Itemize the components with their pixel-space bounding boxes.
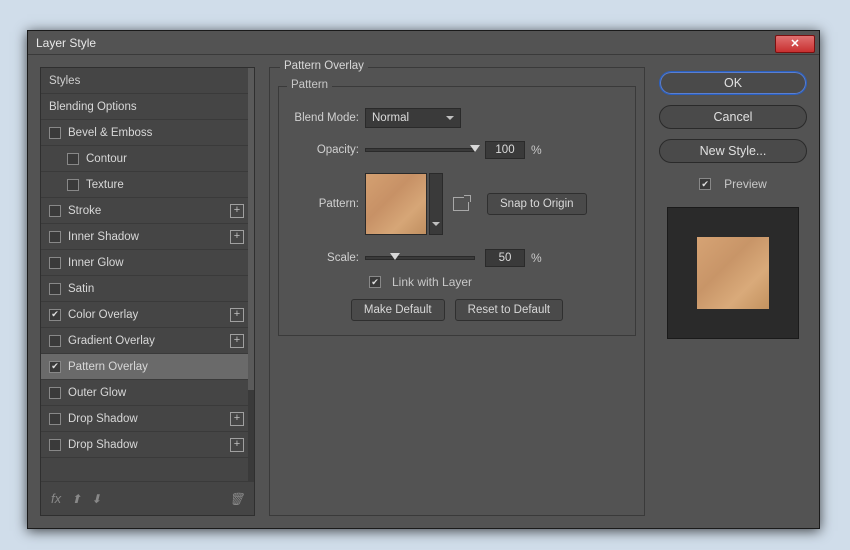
add-drop-shadow-icon-1[interactable]: +	[230, 412, 244, 426]
inner-shadow-checkbox[interactable]	[49, 231, 61, 243]
outer-glow-checkbox[interactable]	[49, 387, 61, 399]
snap-to-origin-button[interactable]: Snap to Origin	[487, 193, 587, 215]
pattern-overlay-panel: Pattern Overlay Pattern Blend Mode: Norm…	[269, 67, 645, 516]
contour-checkbox[interactable]	[67, 153, 79, 165]
inner-glow-checkbox[interactable]	[49, 257, 61, 269]
trash-icon[interactable]: 🗑	[229, 492, 244, 506]
color-overlay-checkbox[interactable]	[49, 309, 61, 321]
add-inner-shadow-icon[interactable]: +	[230, 230, 244, 244]
add-drop-shadow-icon-2[interactable]: +	[230, 438, 244, 452]
gradient-overlay-checkbox[interactable]	[49, 335, 61, 347]
pattern-overlay-checkbox[interactable]	[49, 361, 61, 373]
pattern-group: Pattern Blend Mode: Normal Opacity: 100 …	[278, 86, 636, 336]
texture-checkbox[interactable]	[67, 179, 79, 191]
scale-label: Scale:	[289, 252, 365, 264]
pattern-group-label: Pattern	[287, 79, 332, 91]
reset-to-default-button[interactable]: Reset to Default	[455, 299, 563, 321]
scale-slider-thumb[interactable]	[390, 253, 400, 265]
preview-box	[667, 207, 799, 339]
move-up-icon[interactable]: ⬆	[71, 492, 81, 506]
window-title: Layer Style	[36, 36, 775, 50]
drop-shadow-checkbox-1[interactable]	[49, 413, 61, 425]
new-style-button[interactable]: New Style...	[659, 139, 807, 163]
pattern-swatch[interactable]	[365, 173, 427, 235]
outer-glow-row[interactable]: Outer Glow	[41, 380, 254, 406]
cancel-button[interactable]: Cancel	[659, 105, 807, 129]
titlebar[interactable]: Layer Style ✕	[28, 31, 819, 55]
inner-shadow-row[interactable]: Inner Shadow+	[41, 224, 254, 250]
opacity-slider-thumb[interactable]	[470, 145, 480, 157]
blend-mode-label: Blend Mode:	[289, 112, 365, 124]
add-gradient-overlay-icon[interactable]: +	[230, 334, 244, 348]
bevel-checkbox[interactable]	[49, 127, 61, 139]
drop-shadow-row-2[interactable]: Drop Shadow+	[41, 432, 254, 458]
pattern-overlay-row[interactable]: Pattern Overlay	[41, 354, 254, 380]
panel-title: Pattern Overlay	[280, 60, 368, 72]
styles-heading[interactable]: Styles	[41, 68, 254, 94]
color-overlay-row[interactable]: Color Overlay+	[41, 302, 254, 328]
fx-icon[interactable]: fx	[51, 491, 61, 506]
preview-swatch	[697, 237, 769, 309]
drop-shadow-checkbox-2[interactable]	[49, 439, 61, 451]
bevel-emboss-row[interactable]: Bevel & Emboss	[41, 120, 254, 146]
scale-slider[interactable]	[365, 256, 475, 260]
styles-scrollbar[interactable]	[248, 68, 254, 481]
drop-shadow-row-1[interactable]: Drop Shadow+	[41, 406, 254, 432]
preview-label: Preview	[724, 177, 767, 191]
styles-scrollbar-thumb[interactable]	[248, 68, 254, 390]
new-preset-icon[interactable]	[453, 197, 469, 211]
link-with-layer-row[interactable]: Link with Layer	[369, 275, 625, 289]
blending-options-row[interactable]: Blending Options	[41, 94, 254, 120]
link-with-layer-label: Link with Layer	[392, 275, 472, 289]
layer-style-dialog: Layer Style ✕ Styles Blending Options Be…	[27, 30, 820, 529]
pattern-label: Pattern:	[289, 198, 365, 210]
stroke-row[interactable]: Stroke+	[41, 198, 254, 224]
opacity-label: Opacity:	[289, 144, 365, 156]
move-down-icon[interactable]: ⬇	[91, 492, 101, 506]
ok-button[interactable]: OK	[659, 71, 807, 95]
satin-checkbox[interactable]	[49, 283, 61, 295]
opacity-value[interactable]: 100	[485, 141, 525, 159]
satin-row[interactable]: Satin	[41, 276, 254, 302]
right-panel: OK Cancel New Style... Preview	[659, 67, 807, 516]
link-with-layer-checkbox[interactable]	[369, 276, 381, 288]
gradient-overlay-row[interactable]: Gradient Overlay+	[41, 328, 254, 354]
opacity-slider[interactable]	[365, 148, 475, 152]
blend-mode-select[interactable]: Normal	[365, 108, 461, 128]
add-stroke-icon[interactable]: +	[230, 204, 244, 218]
styles-panel: Styles Blending Options Bevel & Emboss C…	[40, 67, 255, 516]
add-color-overlay-icon[interactable]: +	[230, 308, 244, 322]
opacity-unit: %	[531, 143, 542, 157]
inner-glow-row[interactable]: Inner Glow	[41, 250, 254, 276]
texture-row[interactable]: Texture	[41, 172, 254, 198]
close-icon: ✕	[790, 37, 799, 50]
preview-toggle[interactable]: Preview	[659, 177, 807, 191]
make-default-button[interactable]: Make Default	[351, 299, 445, 321]
styles-footer: fx ⬆ ⬇ 🗑	[41, 481, 254, 515]
preview-checkbox[interactable]	[699, 178, 711, 190]
close-button[interactable]: ✕	[775, 35, 815, 53]
contour-row[interactable]: Contour	[41, 146, 254, 172]
scale-value[interactable]: 50	[485, 249, 525, 267]
scale-unit: %	[531, 251, 542, 265]
stroke-checkbox[interactable]	[49, 205, 61, 217]
pattern-picker-dropdown[interactable]	[429, 173, 443, 235]
